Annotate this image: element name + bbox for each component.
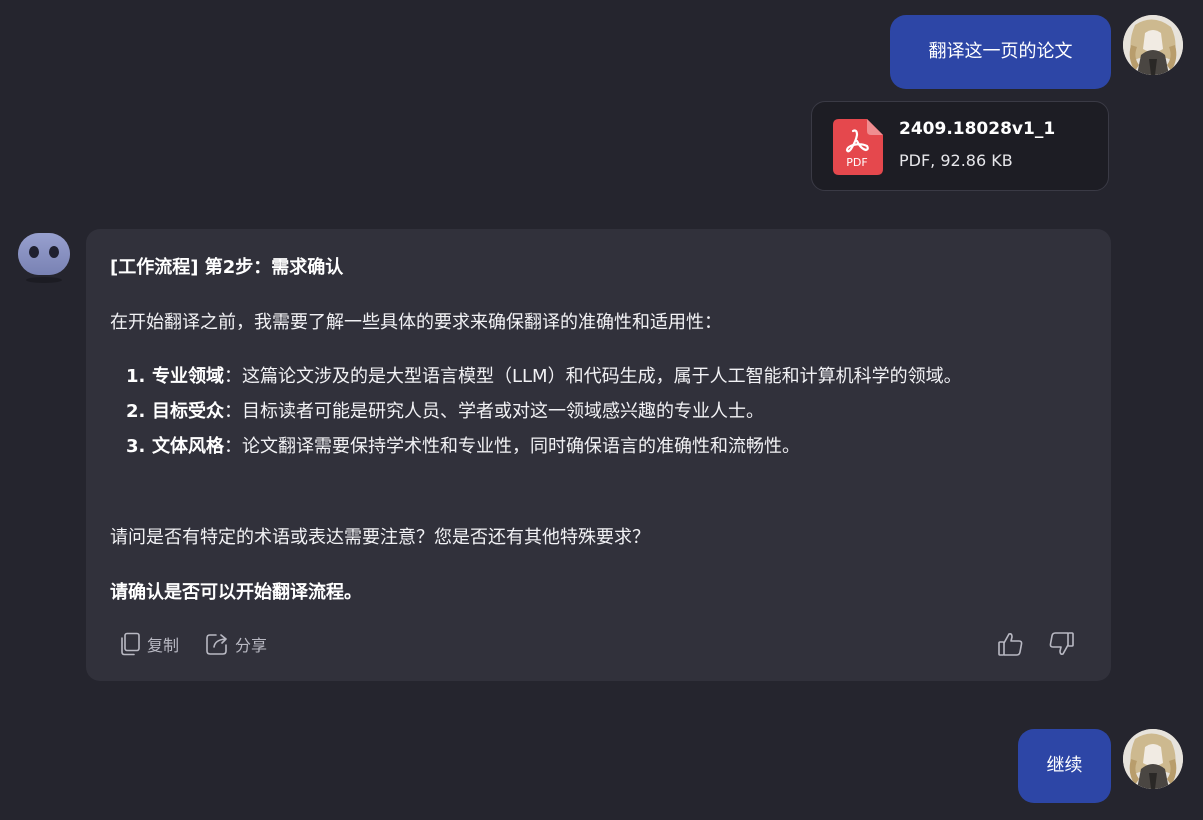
- user-message-bubble: 继续: [1018, 729, 1111, 803]
- message-question: 请问是否有特定的术语或表达需要注意？您是否还有其他特殊要求？: [110, 527, 650, 548]
- user-avatar-image: [1123, 15, 1183, 75]
- requirement-term: 文体风格: [152, 436, 224, 457]
- share-icon: [206, 634, 227, 655]
- file-name: 2409.18028v1_1: [899, 119, 1056, 139]
- user-avatar-image: [1123, 729, 1183, 789]
- user-avatar[interactable]: [1123, 729, 1183, 789]
- requirement-text: ：目标读者可能是研究人员、学者或对这一领域感兴趣的专业人士。: [224, 401, 764, 422]
- file-attachment-card[interactable]: PDF 2409.18028v1_1 PDF, 92.86 KB: [811, 101, 1109, 191]
- message-confirm: 请确认是否可以开始翻译流程。: [110, 582, 362, 603]
- file-meta: PDF, 92.86 KB: [899, 151, 1013, 170]
- requirement-term: 目标受众: [152, 401, 224, 422]
- list-item: 2. 目标受众：目标读者可能是研究人员、学者或对这一领域感兴趣的专业人士。: [126, 394, 1086, 429]
- list-item: 1. 专业领域：这篇论文涉及的是大型语言模型（LLM）和代码生成，属于人工智能和计…: [126, 359, 1086, 394]
- message-heading: [工作流程] 第2步：需求确认: [110, 257, 344, 278]
- pdf-file-icon: PDF: [833, 119, 883, 175]
- thumbs-down-button[interactable]: [1046, 629, 1076, 659]
- list-number: 3.: [126, 436, 146, 457]
- pdf-icon-label: PDF: [846, 156, 867, 169]
- thumbs-up-icon: [998, 633, 1023, 656]
- copy-icon: [121, 632, 140, 656]
- list-number: 2.: [126, 401, 146, 422]
- requirement-text: ：这篇论文涉及的是大型语言模型（LLM）和代码生成，属于人工智能和计算机科学的领…: [224, 366, 962, 387]
- user-message-text: 翻译这一页的论文: [928, 41, 1073, 62]
- requirement-text: ：论文翻译需要保持学术性和专业性，同时确保语言的准确性和流畅性。: [224, 436, 800, 457]
- thumbs-up-button[interactable]: [996, 629, 1026, 659]
- copy-label: 复制: [147, 636, 180, 655]
- user-message-text: 继续: [1046, 755, 1083, 776]
- assistant-avatar-icon: [18, 233, 70, 283]
- share-button[interactable]: 分享: [205, 629, 267, 659]
- message-intro: 在开始翻译之前，我需要了解一些具体的要求来确保翻译的准确性和适用性：: [110, 312, 722, 333]
- requirement-term: 专业领域: [152, 366, 224, 387]
- assistant-message-card: [工作流程] 第2步：需求确认 在开始翻译之前，我需要了解一些具体的要求来确保翻…: [86, 229, 1111, 681]
- copy-button[interactable]: 复制: [119, 629, 179, 659]
- requirements-list: 1. 专业领域：这篇论文涉及的是大型语言模型（LLM）和代码生成，属于人工智能和计…: [126, 359, 1086, 464]
- user-avatar[interactable]: [1123, 15, 1183, 75]
- user-message-bubble: 翻译这一页的论文: [890, 15, 1111, 89]
- share-label: 分享: [235, 636, 268, 655]
- thumbs-down-icon: [1049, 632, 1074, 655]
- chat-window: 翻译这一页的论文 PDF 2409.18028v1_1 PDF, 92.86 K…: [0, 0, 1203, 820]
- list-item: 3. 文体风格：论文翻译需要保持学术性和专业性，同时确保语言的准确性和流畅性。: [126, 429, 1086, 464]
- list-number: 1.: [126, 366, 146, 387]
